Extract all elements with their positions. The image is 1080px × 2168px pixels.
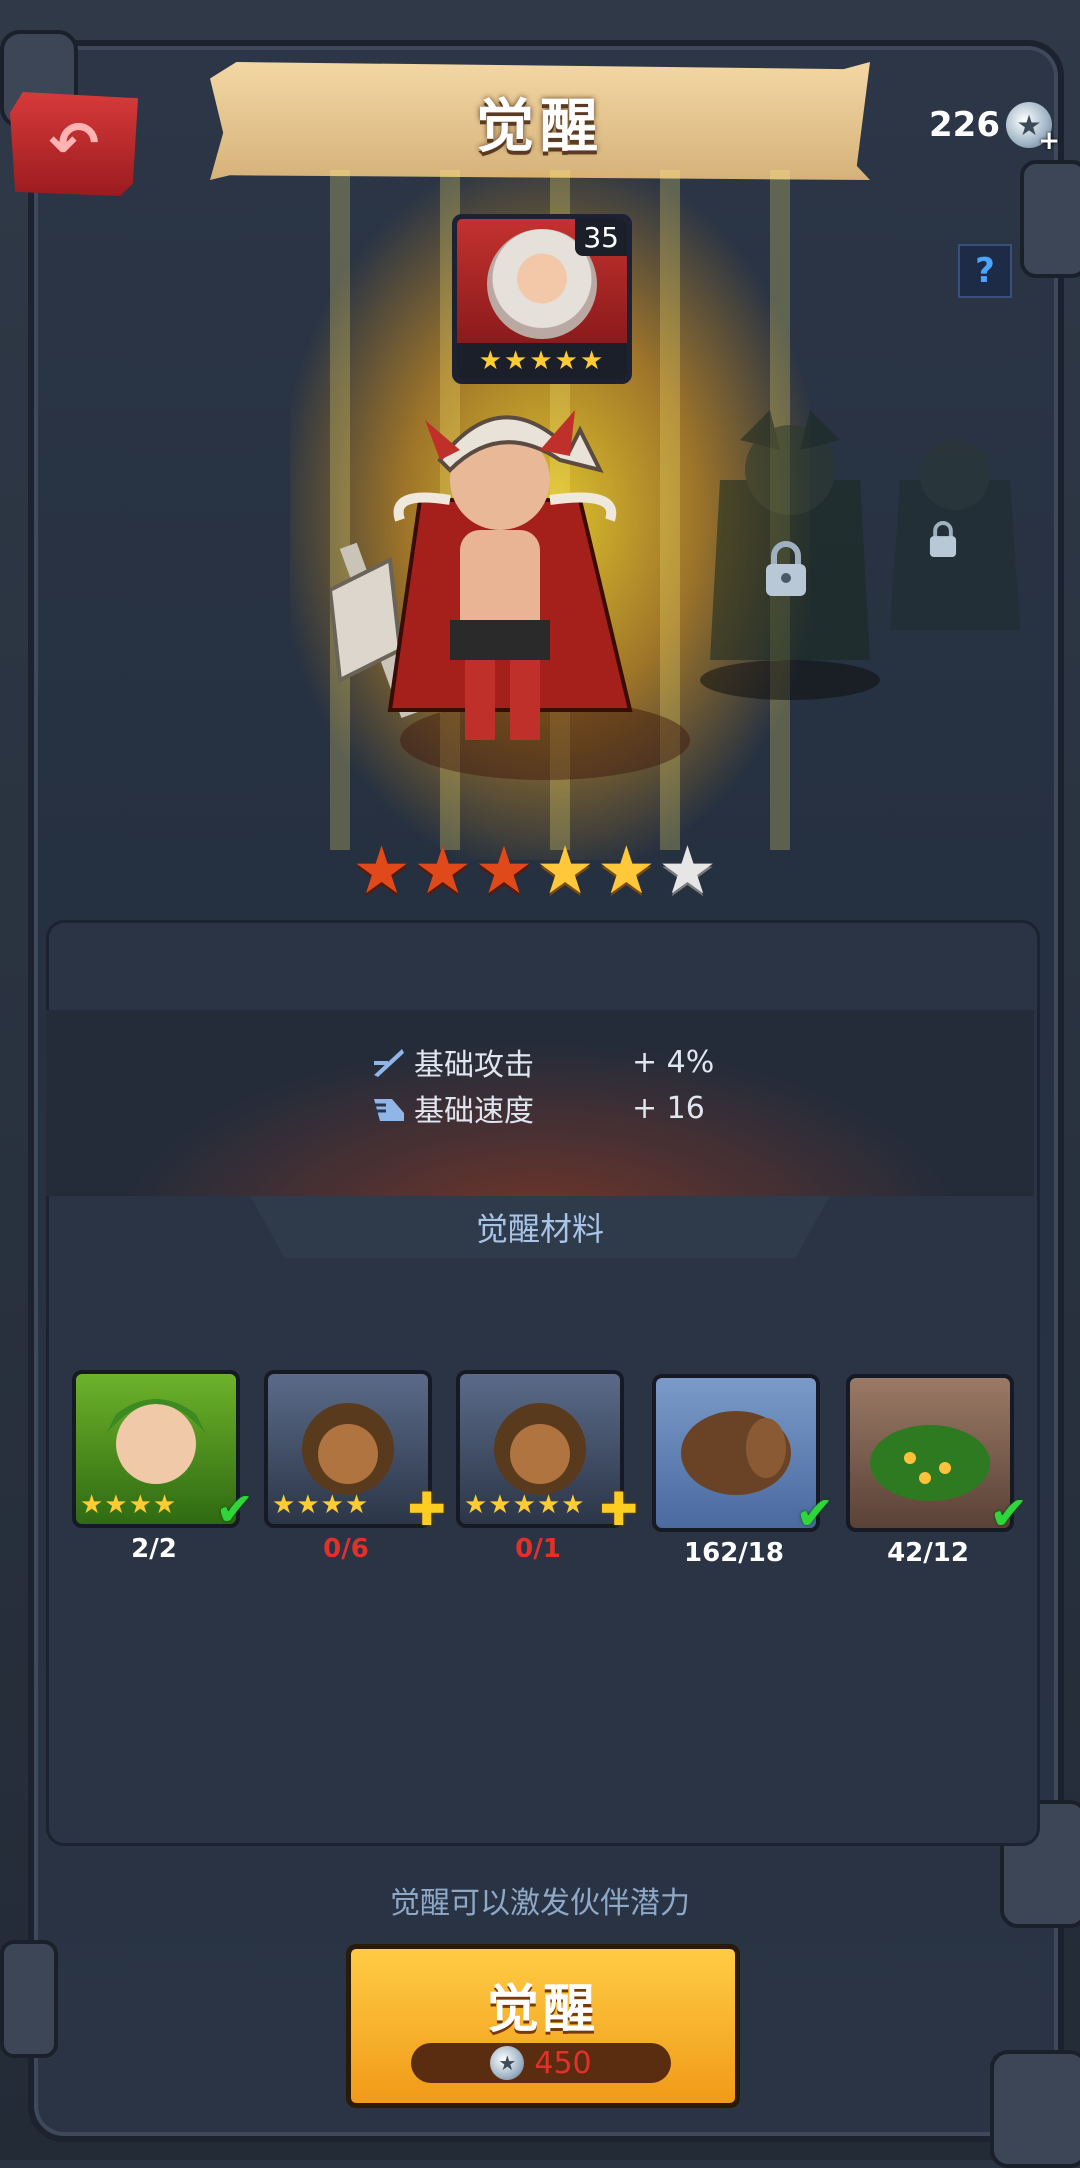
- currency-value: 226: [929, 105, 1000, 145]
- sword-icon: [374, 1049, 404, 1077]
- rock-decoration: [990, 2050, 1080, 2168]
- title-banner: 觉醒: [210, 62, 870, 180]
- rock-decoration: [1020, 160, 1080, 278]
- lock-icon: [929, 521, 957, 557]
- materials-header: 觉醒材料: [250, 1196, 830, 1258]
- rock-decoration: [0, 1940, 58, 2058]
- back-button[interactable]: ↶: [10, 92, 138, 196]
- check-icon: ✔: [989, 1486, 1028, 1540]
- stat-value: + 16: [632, 1090, 705, 1126]
- lock-icon: [766, 541, 806, 596]
- material-count: 0/1: [515, 1534, 561, 1564]
- awaken-star-rating: ★ ★ ★ ★ ★ ★: [352, 838, 717, 904]
- plus-icon[interactable]: ✚: [407, 1482, 446, 1536]
- awaken-hint: 觉醒可以激发伙伴潜力: [390, 1886, 690, 1921]
- material-count: 0/6: [323, 1534, 369, 1564]
- plus-icon[interactable]: ✚: [599, 1482, 638, 1536]
- awaken-button[interactable]: 觉醒 ★ 450: [346, 1944, 740, 2108]
- stat-value: + 4%: [632, 1044, 715, 1080]
- stat-row-speed: 基础速度 + 16: [372, 1086, 705, 1130]
- wood-log-icon: [681, 1411, 791, 1495]
- awaken-cost: ★ 450: [411, 2043, 671, 2083]
- material-stars: ★★★★: [272, 1490, 370, 1520]
- star-gem-icon: ★: [490, 2046, 525, 2080]
- materials-header-label: 觉醒材料: [475, 1210, 604, 1248]
- material-slot[interactable]: ✔ 42/12: [846, 1374, 1028, 1568]
- material-slot[interactable]: ★★★★ ✚ 0/6: [264, 1370, 446, 1564]
- portrait-stars: ★★★★★: [457, 343, 627, 379]
- material-stars: ★★★★: [80, 1490, 178, 1520]
- check-icon: ✔: [795, 1486, 834, 1540]
- wing-boot-icon: [374, 1099, 404, 1121]
- material-count: 42/12: [887, 1538, 969, 1568]
- star-icon: ★: [657, 832, 718, 909]
- star-gem-icon: ★ +: [1006, 102, 1060, 156]
- material-count: 2/2: [131, 1534, 177, 1564]
- hero-level-badge: 35: [575, 219, 627, 256]
- material-stars: ★★★★★: [464, 1490, 586, 1520]
- hero-character: [330, 410, 633, 740]
- star-icon: ★: [413, 832, 473, 909]
- awaken-button-label: 觉醒: [486, 1980, 599, 2040]
- help-button[interactable]: ?: [958, 244, 1012, 298]
- stat-label: 基础速度: [414, 1094, 534, 1129]
- question-icon: ?: [975, 251, 995, 291]
- stat-row-attack: 基础攻击 + 4%: [372, 1040, 714, 1084]
- star-icon: ★: [535, 832, 595, 909]
- cost-value: 450: [534, 2045, 592, 2081]
- star-icon: ★: [352, 832, 412, 909]
- star-icon: ★: [596, 832, 656, 909]
- material-slot[interactable]: ★★★★★ ✚ 0/1: [456, 1370, 638, 1564]
- add-currency-icon[interactable]: +: [1038, 126, 1060, 156]
- hero-portrait[interactable]: 35 ★★★★★: [452, 214, 632, 384]
- material-slot[interactable]: ✔ 162/18: [652, 1374, 834, 1568]
- flower-bush-icon: [870, 1425, 990, 1501]
- material-count: 162/18: [684, 1538, 784, 1568]
- star-icon: ★: [474, 832, 534, 909]
- material-slot[interactable]: ★★★★ ✔ 2/2: [72, 1370, 254, 1564]
- check-icon: ✔: [215, 1482, 254, 1536]
- stat-label: 基础攻击: [414, 1048, 534, 1083]
- back-arrow-icon: ↶: [48, 109, 100, 179]
- currency-display[interactable]: 226 ★ +: [929, 102, 1060, 156]
- page-title: 觉醒: [475, 92, 604, 160]
